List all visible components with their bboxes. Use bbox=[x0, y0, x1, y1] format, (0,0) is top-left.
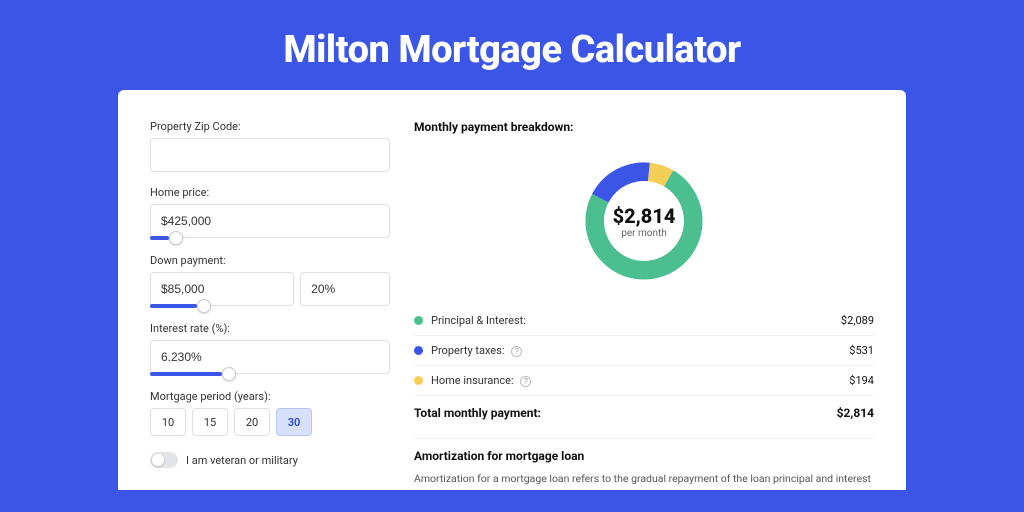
interest-rate-input[interactable] bbox=[150, 340, 390, 374]
period-option-15[interactable]: 15 bbox=[192, 408, 228, 436]
down-payment-slider-thumb[interactable] bbox=[197, 299, 211, 313]
total-value: $2,814 bbox=[837, 406, 874, 420]
period-option-10[interactable]: 10 bbox=[150, 408, 186, 436]
period-option-30[interactable]: 30 bbox=[276, 408, 312, 436]
zip-field-group: Property Zip Code: bbox=[150, 120, 390, 172]
amortization-text: Amortization for a mortgage loan refers … bbox=[414, 471, 874, 490]
down-payment-slider-fill bbox=[150, 304, 197, 308]
down-payment-amount-input[interactable] bbox=[150, 272, 294, 306]
mortgage-period-options: 10152030 bbox=[150, 408, 390, 436]
legend-row-principal_interest: Principal & Interest:$2,089 bbox=[414, 306, 874, 336]
page-title: Milton Mortgage Calculator bbox=[0, 0, 1024, 90]
legend-label: Principal & Interest: bbox=[431, 314, 841, 327]
donut-amount: $2,814 bbox=[613, 204, 676, 228]
donut-sub: per month bbox=[613, 228, 676, 239]
donut-chart: $2,814 per month bbox=[414, 146, 874, 296]
help-icon[interactable]: ? bbox=[511, 346, 522, 357]
period-option-20[interactable]: 20 bbox=[234, 408, 270, 436]
zip-input[interactable] bbox=[150, 138, 390, 172]
legend-value: $194 bbox=[849, 374, 874, 387]
down-payment-group: Down payment: bbox=[150, 254, 390, 308]
down-payment-percent-input[interactable] bbox=[300, 272, 390, 306]
total-label: Total monthly payment: bbox=[414, 406, 837, 420]
interest-rate-slider-fill bbox=[150, 372, 222, 376]
amortization-title: Amortization for mortgage loan bbox=[414, 449, 874, 463]
home-price-label: Home price: bbox=[150, 186, 390, 199]
divider bbox=[414, 438, 874, 439]
legend-label: Home insurance: ? bbox=[431, 374, 849, 387]
legend: Principal & Interest:$2,089Property taxe… bbox=[414, 306, 874, 396]
donut-center: $2,814 per month bbox=[613, 204, 676, 239]
interest-rate-slider-thumb[interactable] bbox=[222, 367, 236, 381]
legend-value: $531 bbox=[849, 344, 874, 357]
interest-rate-group: Interest rate (%): bbox=[150, 322, 390, 376]
home-price-slider-fill bbox=[150, 236, 169, 240]
mortgage-period-group: Mortgage period (years): 10152030 bbox=[150, 390, 390, 436]
veteran-toggle[interactable] bbox=[150, 452, 178, 468]
zip-label: Property Zip Code: bbox=[150, 120, 390, 133]
legend-value: $2,089 bbox=[841, 314, 874, 327]
legend-dot bbox=[414, 316, 423, 325]
mortgage-period-label: Mortgage period (years): bbox=[150, 390, 390, 403]
down-payment-slider[interactable] bbox=[150, 304, 301, 308]
home-price-group: Home price: bbox=[150, 186, 390, 240]
breakdown-title: Monthly payment breakdown: bbox=[414, 120, 874, 134]
legend-row-property_taxes: Property taxes: ?$531 bbox=[414, 336, 874, 366]
home-price-slider-thumb[interactable] bbox=[169, 231, 183, 245]
home-price-slider[interactable] bbox=[150, 236, 390, 240]
inputs-column: Property Zip Code: Home price: Down paym… bbox=[150, 120, 390, 490]
veteran-row: I am veteran or military bbox=[150, 452, 390, 468]
veteran-label: I am veteran or military bbox=[186, 454, 298, 467]
legend-dot bbox=[414, 376, 423, 385]
interest-rate-label: Interest rate (%): bbox=[150, 322, 390, 335]
legend-row-home_insurance: Home insurance: ?$194 bbox=[414, 366, 874, 396]
interest-rate-slider[interactable] bbox=[150, 372, 390, 376]
help-icon[interactable]: ? bbox=[520, 376, 531, 387]
breakdown-column: Monthly payment breakdown: $2,814 per mo… bbox=[414, 120, 874, 490]
home-price-input[interactable] bbox=[150, 204, 390, 238]
down-payment-label: Down payment: bbox=[150, 254, 390, 267]
total-row: Total monthly payment: $2,814 bbox=[414, 396, 874, 434]
legend-label: Property taxes: ? bbox=[431, 344, 849, 357]
legend-dot bbox=[414, 346, 423, 355]
calculator-card: Property Zip Code: Home price: Down paym… bbox=[118, 90, 906, 490]
